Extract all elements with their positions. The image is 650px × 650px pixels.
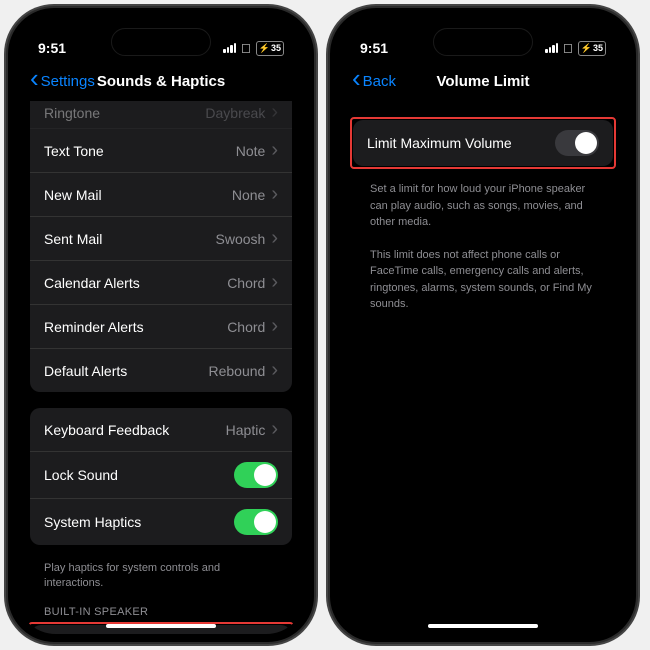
row-system-haptics: System Haptics	[30, 499, 292, 545]
cellular-icon	[223, 43, 236, 53]
row-new-mail[interactable]: New Mail None	[30, 173, 292, 217]
battery-icon: ⚡35	[256, 41, 284, 56]
chevron-left-icon	[30, 72, 39, 91]
status-icons: 􀙇 ⚡35	[545, 41, 606, 56]
chevron-right-icon	[271, 139, 278, 162]
lock-sound-toggle[interactable]	[234, 462, 278, 488]
cellular-icon	[545, 43, 558, 53]
home-indicator[interactable]	[428, 624, 538, 628]
nav-bar: Settings Sounds & Haptics	[16, 66, 306, 101]
page-title: Sounds & Haptics	[97, 73, 225, 90]
wifi-icon: 􀙇	[563, 41, 573, 56]
status-icons: 􀙇 ⚡35	[223, 41, 284, 56]
status-time: 9:51	[360, 40, 388, 56]
nav-bar: Back Volume Limit	[338, 66, 628, 101]
row-sent-mail[interactable]: Sent Mail Swoosh	[30, 217, 292, 261]
screen-left: 9:51 􀙇 ⚡35 Settings Sounds & Haptics Rin…	[16, 16, 306, 634]
page-title: Volume Limit	[436, 73, 529, 90]
row-default-alerts[interactable]: Default Alerts Rebound	[30, 349, 292, 392]
battery-icon: ⚡35	[578, 41, 606, 56]
phone-left: 9:51 􀙇 ⚡35 Settings Sounds & Haptics Rin…	[6, 6, 316, 644]
row-calendar-alerts[interactable]: Calendar Alerts Chord	[30, 261, 292, 305]
chevron-right-icon	[271, 271, 278, 294]
limit-max-volume-toggle[interactable]	[555, 130, 599, 156]
phone-right: 9:51 􀙇 ⚡35 Back Volume Limit Limit Maxim…	[328, 6, 638, 644]
limit-description-1: Set a limit for how loud your iPhone spe…	[352, 173, 614, 239]
wifi-icon: 􀙇	[241, 41, 251, 56]
feedback-group: Keyboard Feedback Haptic Lock Sound Syst…	[30, 408, 292, 545]
status-time: 9:51	[38, 40, 66, 56]
chevron-right-icon	[271, 359, 278, 382]
back-label: Settings	[41, 73, 95, 90]
back-button[interactable]: Settings	[30, 72, 95, 91]
content-area: Limit Maximum Volume Set a limit for how…	[338, 101, 628, 321]
chevron-right-icon	[271, 315, 278, 338]
row-limit-max-volume: Limit Maximum Volume	[353, 120, 613, 166]
back-button[interactable]: Back	[352, 72, 396, 91]
content-area: Ringtone Daybreak Text Tone Note New Mai…	[16, 101, 306, 634]
home-indicator[interactable]	[106, 624, 216, 628]
row-ringtone[interactable]: Ringtone Daybreak	[30, 101, 292, 129]
back-label: Back	[363, 73, 396, 90]
dynamic-island	[111, 28, 211, 56]
chevron-right-icon	[271, 101, 278, 124]
limit-group: Limit Maximum Volume	[353, 120, 613, 166]
dynamic-island	[433, 28, 533, 56]
chevron-left-icon	[352, 72, 361, 91]
chevron-right-icon	[271, 183, 278, 206]
screen-right: 9:51 􀙇 ⚡35 Back Volume Limit Limit Maxim…	[338, 16, 628, 634]
row-keyboard-feedback[interactable]: Keyboard Feedback Haptic	[30, 408, 292, 452]
row-reminder-alerts[interactable]: Reminder Alerts Chord	[30, 305, 292, 349]
row-lock-sound: Lock Sound	[30, 452, 292, 499]
row-text-tone[interactable]: Text Tone Note	[30, 129, 292, 173]
chevron-right-icon	[271, 418, 278, 441]
system-haptics-toggle[interactable]	[234, 509, 278, 535]
chevron-right-icon	[271, 227, 278, 250]
haptics-footer: Play haptics for system controls and int…	[30, 561, 292, 606]
highlight-limit-max: Limit Maximum Volume	[350, 117, 616, 169]
sounds-group: Ringtone Daybreak Text Tone Note New Mai…	[30, 101, 292, 392]
limit-description-2: This limit does not affect phone calls o…	[352, 239, 614, 321]
